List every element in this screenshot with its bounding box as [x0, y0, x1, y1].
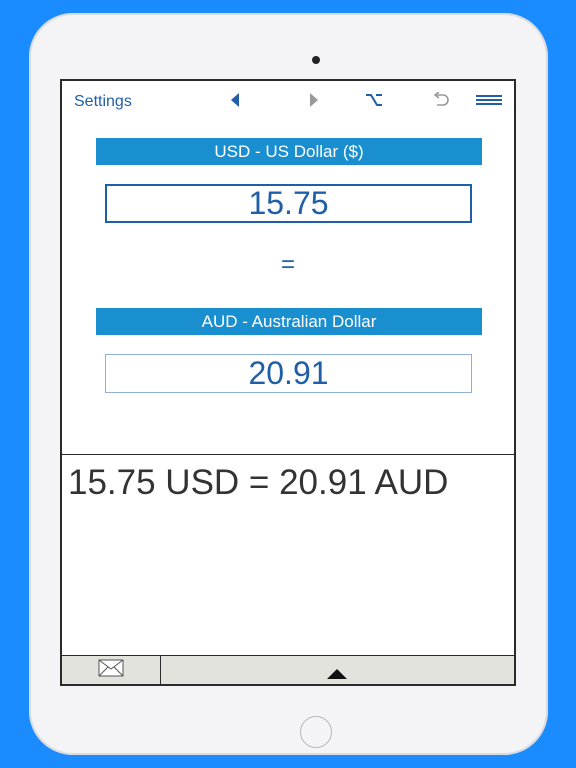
to-currency-selector[interactable]: AUD - Australian Dollar [96, 308, 482, 335]
equals-sign: = [280, 251, 295, 278]
from-currency-selector[interactable]: USD - US Dollar ($) [96, 138, 482, 165]
option-key-icon[interactable] [362, 89, 386, 111]
toolbar: Settings [62, 81, 514, 121]
camera-dot [312, 56, 320, 64]
expand-up-icon [327, 669, 347, 679]
next-icon[interactable] [302, 89, 326, 111]
menu-icon[interactable] [475, 89, 503, 111]
from-amount-field[interactable]: 15.75 [105, 184, 472, 223]
mail-button[interactable] [62, 656, 161, 684]
expand-button[interactable] [161, 656, 514, 684]
bottom-bar [62, 655, 514, 684]
divider [62, 454, 514, 455]
undo-icon[interactable] [428, 89, 452, 111]
to-amount-field: 20.91 [105, 354, 472, 393]
app-screen: Settings USD - US Dollar ($) 15.75 = AUD… [60, 79, 516, 686]
mail-icon [98, 659, 124, 682]
previous-icon[interactable] [223, 89, 247, 111]
settings-button[interactable]: Settings [74, 93, 132, 111]
conversion-result: 15.75 USD = 20.91 AUD [68, 463, 449, 502]
home-button[interactable] [300, 716, 332, 748]
